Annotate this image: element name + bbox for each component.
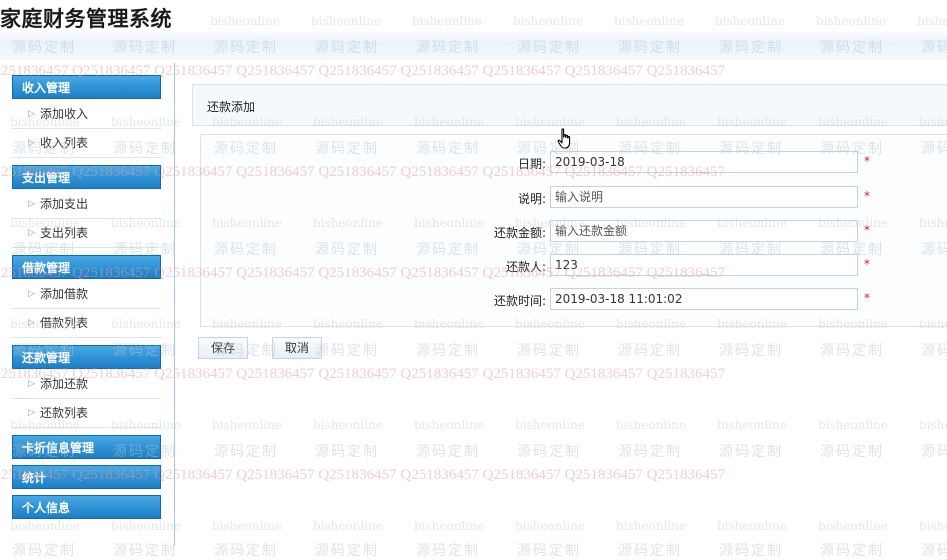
- required-mark: *: [864, 257, 870, 271]
- payer-label: 还款人:: [505, 260, 546, 274]
- required-mark: *: [864, 223, 870, 237]
- sidebar-item-label: 添加收入: [40, 107, 89, 121]
- sidebar-item-label: 添加还款: [40, 377, 89, 391]
- sidebar-item-label: 添加支出: [40, 197, 89, 211]
- sidebar-item-expense-list[interactable]: ▷ 支出列表: [12, 219, 161, 248]
- amount-label: 还款金额:: [493, 226, 546, 240]
- sidebar-item-add-expense[interactable]: ▷ 添加支出: [12, 190, 161, 219]
- chevron-right-icon: ▷: [28, 379, 35, 389]
- chevron-right-icon: ▷: [28, 318, 35, 328]
- sidebar-section-card-info[interactable]: 卡折信息管理: [12, 435, 161, 459]
- sidebar-item-label: 支出列表: [40, 226, 89, 240]
- header-bar: 家庭财务管理系统: [0, 0, 947, 60]
- sidebar: 收入管理 ▷ 添加收入 ▷ 收入列表 支出管理 ▷ 添加支出 ▷ 支出列表 借款管理 ▷…: [0, 63, 175, 546]
- sidebar-item-add-repayment[interactable]: ▷ 添加还款: [12, 370, 161, 399]
- time-label: 还款时间:: [493, 294, 546, 308]
- required-mark: *: [864, 291, 870, 305]
- cancel-button[interactable]: 取消: [272, 337, 322, 359]
- sidebar-item-add-income[interactable]: ▷ 添加收入: [12, 100, 161, 129]
- desc-label: 说明:: [517, 192, 546, 206]
- sidebar-item-label: 借款列表: [40, 316, 89, 330]
- date-label: 日期:: [517, 157, 546, 171]
- amount-field[interactable]: [550, 220, 858, 242]
- payer-field[interactable]: [550, 254, 858, 276]
- required-mark: *: [864, 154, 870, 168]
- chevron-right-icon: ▷: [28, 228, 35, 238]
- hand-pointer-icon: [557, 128, 573, 153]
- sidebar-item-label: 还款列表: [40, 406, 89, 420]
- sidebar-section-loan[interactable]: 借款管理: [12, 255, 161, 279]
- app-title: 家庭财务管理系统: [0, 7, 172, 31]
- sidebar-section-expense[interactable]: 支出管理: [12, 165, 161, 189]
- sidebar-item-label: 添加借款: [40, 287, 89, 301]
- chevron-right-icon: ▷: [28, 109, 35, 119]
- sidebar-section-profile[interactable]: 个人信息: [12, 495, 161, 519]
- chevron-right-icon: ▷: [28, 289, 35, 299]
- desc-field[interactable]: [550, 186, 858, 208]
- sidebar-item-label: 收入列表: [40, 136, 89, 150]
- form-title-bar: 还款添加: [192, 84, 947, 126]
- save-button[interactable]: 保存: [198, 337, 248, 359]
- required-mark: *: [864, 189, 870, 203]
- sidebar-item-repayment-list[interactable]: ▷ 还款列表: [12, 399, 161, 428]
- time-field[interactable]: [550, 288, 858, 310]
- chevron-right-icon: ▷: [28, 138, 35, 148]
- chevron-right-icon: ▷: [28, 199, 35, 209]
- sidebar-item-loan-list[interactable]: ▷ 借款列表: [12, 309, 161, 338]
- sidebar-section-statistics[interactable]: 统计: [12, 465, 161, 489]
- sidebar-section-income[interactable]: 收入管理: [12, 75, 161, 99]
- page-title: 还款添加: [207, 100, 256, 114]
- date-field[interactable]: [550, 151, 858, 173]
- sidebar-item-income-list[interactable]: ▷ 收入列表: [12, 129, 161, 158]
- sidebar-section-repayment[interactable]: 还款管理: [12, 345, 161, 369]
- sidebar-item-add-loan[interactable]: ▷ 添加借款: [12, 280, 161, 309]
- chevron-right-icon: ▷: [28, 408, 35, 418]
